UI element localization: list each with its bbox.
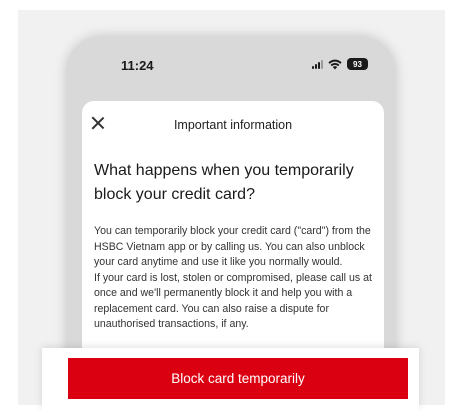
status-bar: 11:24 93 bbox=[66, 36, 396, 96]
battery-icon: 93 bbox=[347, 58, 368, 70]
body-paragraph: If your card is lost, stolen or compromi… bbox=[94, 271, 372, 331]
signal-icon bbox=[312, 59, 323, 69]
phone-screen: 11:24 93 Important information What happ… bbox=[66, 36, 396, 396]
wifi-icon bbox=[328, 59, 342, 70]
status-icons: 93 bbox=[312, 58, 368, 70]
sheet-header: Important information bbox=[82, 101, 384, 145]
block-card-temporarily-button[interactable]: Block card temporarily bbox=[68, 358, 408, 399]
bottom-action-bar: Block card temporarily bbox=[42, 348, 419, 410]
status-time: 11:24 bbox=[121, 58, 154, 73]
sheet-body: You can temporarily block your credit ca… bbox=[94, 224, 376, 333]
sheet-title: Important information bbox=[173, 118, 293, 132]
body-paragraph: You can temporarily block your credit ca… bbox=[94, 225, 371, 268]
sheet-heading: What happens when you temporarily block … bbox=[94, 162, 354, 203]
